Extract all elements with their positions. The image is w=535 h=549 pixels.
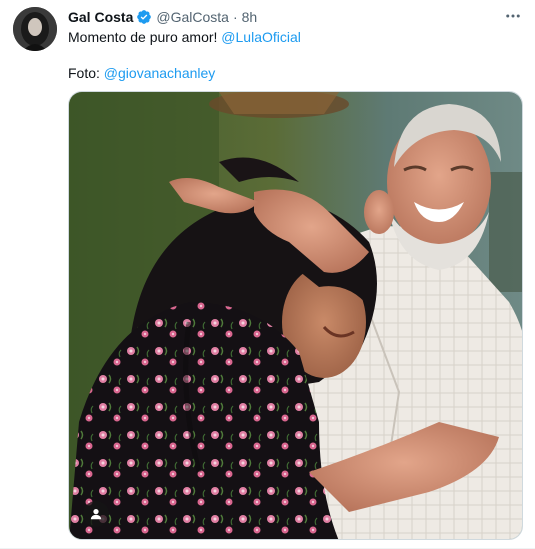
author-name[interactable]: Gal Costa [68, 9, 133, 25]
mention-link-lulaoficial[interactable]: @LulaOficial [221, 29, 301, 45]
tweet-header: Gal Costa @GalCosta · 8h [68, 8, 257, 26]
tweet-photo[interactable] [68, 91, 523, 540]
person-icon [89, 507, 103, 521]
author-handle[interactable]: @GalCosta [156, 9, 229, 25]
tweet-card[interactable]: Gal Costa @GalCosta · 8h Momento de puro… [0, 0, 535, 549]
photo-image [69, 92, 522, 539]
more-options-icon[interactable] [503, 6, 523, 26]
tweet-text-part: Foto: [68, 65, 104, 81]
tweet-text-line-2: Foto: @giovanachanley [68, 64, 508, 83]
person-tag-button[interactable] [83, 501, 109, 527]
separator-dot: · [232, 9, 238, 25]
verified-badge-icon [136, 9, 152, 25]
tweet-text-part: Momento de puro amor! [68, 29, 222, 45]
tweet-text: Momento de puro amor! @LulaOficial Foto:… [68, 28, 508, 83]
tweet-text-line-1: Momento de puro amor! @LulaOficial [68, 28, 508, 47]
timestamp[interactable]: 8h [242, 9, 258, 25]
mention-link-giovanachanley[interactable]: @giovanachanley [104, 65, 216, 81]
avatar[interactable] [13, 7, 57, 51]
